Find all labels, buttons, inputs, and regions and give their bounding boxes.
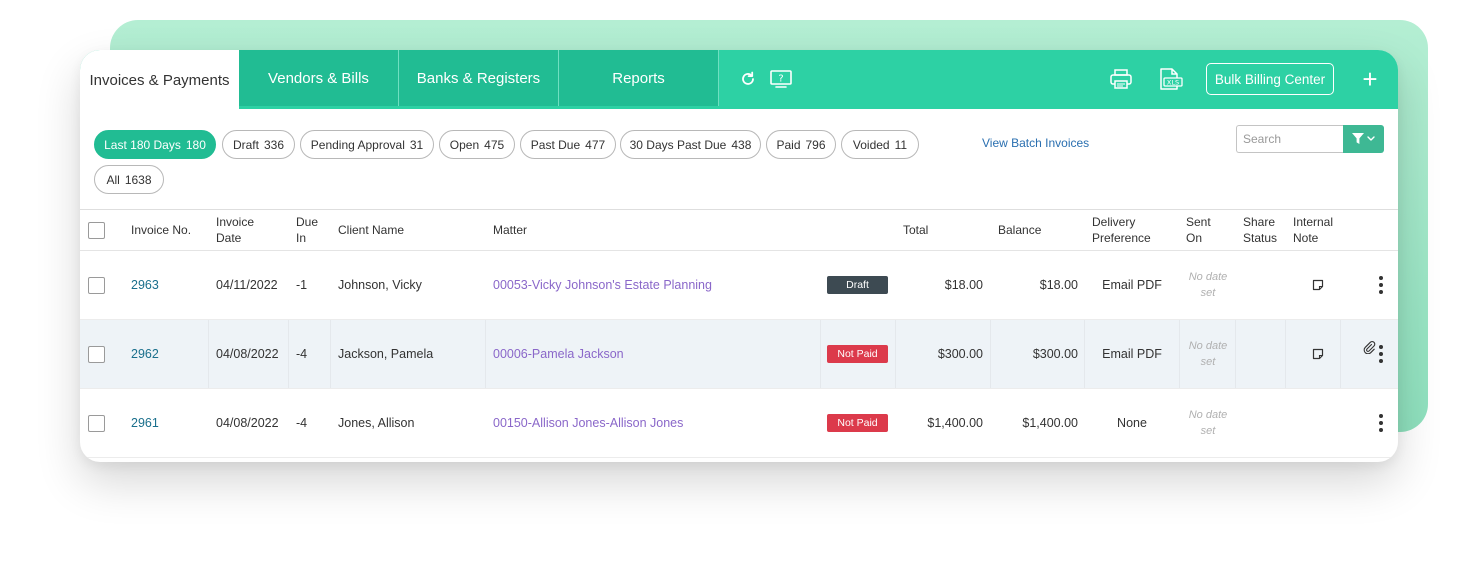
balance-amount: $18.00 [1039,278,1078,292]
plus-icon[interactable]: + [1357,64,1383,94]
due-in: -4 [296,347,308,361]
header-due-in[interactable]: Due In [296,210,322,250]
invoice-number-link[interactable]: 2962 [131,347,159,361]
paperclip-icon[interactable] [1362,320,1376,388]
client-name: Jackson, Pamela [338,347,434,361]
due-in: -4 [296,416,308,430]
client-name: Jones, Allison [338,416,415,430]
sent-on: No date set [1188,340,1228,368]
header-invoice-date[interactable]: Invoice Date [216,210,276,250]
svg-text:?: ? [778,74,783,85]
print-icon[interactable] [1108,68,1134,90]
header-sent-on[interactable]: Sent On [1186,210,1218,250]
total-amount: $300.00 [937,347,983,361]
invoice-date: 04/08/2022 [216,416,279,430]
help-screen-icon[interactable]: ? [769,68,793,90]
delivery-preference: Email PDF [1102,347,1162,361]
tab-banks-registers[interactable]: Banks & Registers [399,50,559,106]
balance-amount: $300.00 [1032,347,1078,361]
matter-link[interactable]: 00150-Allison Jones-Allison Jones [493,416,683,430]
row-actions-menu[interactable] [1379,251,1383,319]
client-name: Johnson, Vicky [338,278,422,292]
sent-on: No date set [1188,409,1228,437]
note-icon[interactable] [1312,251,1324,319]
status-badge: Not Paid [827,414,888,432]
filter-pending-approval[interactable]: Pending Approval 31 [300,130,434,159]
row-actions-menu[interactable] [1379,389,1383,457]
invoice-number-link[interactable]: 2963 [131,278,159,292]
header-total[interactable]: Total [903,210,928,250]
funnel-icon [1351,133,1375,144]
balance-amount: $1,400.00 [1022,416,1078,430]
filter-past-due[interactable]: Past Due 477 [520,130,616,159]
delivery-preference: None [1117,416,1147,430]
filter-paid[interactable]: Paid 796 [766,130,836,159]
table-row[interactable]: 2961 04/08/2022 -4 Jones, Allison 00150-… [80,389,1398,458]
kebab-icon [1379,345,1383,363]
search-input[interactable] [1236,125,1344,153]
sent-on: No date set [1188,271,1228,299]
matter-link[interactable]: 00053-Vicky Johnson's Estate Planning [493,278,712,292]
tab-invoices-payments[interactable]: Invoices & Payments [80,50,239,109]
tab-vendors-bills[interactable]: Vendors & Bills [239,50,399,106]
bulk-billing-center-button[interactable]: Bulk Billing Center [1206,63,1334,95]
table-row[interactable]: 2963 04/11/2022 -1 Johnson, Vicky 00053-… [80,251,1398,320]
filter-all[interactable]: All 1638 [94,165,164,194]
delivery-preference: Email PDF [1102,278,1162,292]
filter-open[interactable]: Open 475 [439,130,515,159]
total-amount: $1,400.00 [927,416,983,430]
filter-draft[interactable]: Draft 336 [222,130,295,159]
header-invoice-no[interactable]: Invoice No. [131,210,191,250]
header-delivery-preference[interactable]: Delivery Preference [1092,210,1162,250]
invoice-number-link[interactable]: 2961 [131,416,159,430]
filter-dropdown-button[interactable] [1343,125,1384,153]
tab-reports[interactable]: Reports [559,50,719,106]
invoice-date: 04/08/2022 [216,347,279,361]
filter-30-days-past-due[interactable]: 30 Days Past Due 438 [620,130,761,159]
kebab-icon [1379,414,1383,432]
table-row[interactable]: 2962 04/08/2022 -4 Jackson, Pamela 00006… [80,320,1398,389]
note-icon[interactable] [1312,320,1324,388]
header-internal-note: Internal Note [1293,215,1334,245]
status-badge: Draft [827,276,888,294]
header-balance[interactable]: Balance [998,210,1041,250]
svg-text:XLS: XLS [1167,79,1179,87]
row-checkbox[interactable] [88,345,105,363]
header-client-name[interactable]: Client Name [338,210,404,250]
select-all-checkbox[interactable] [88,221,105,239]
row-checkbox[interactable] [88,414,105,432]
invoice-date: 04/11/2022 [216,278,278,292]
table-header: Invoice No. Invoice Date Due In Client N… [80,209,1398,251]
row-actions-menu[interactable] [1379,320,1383,388]
billing-panel: Invoices & Payments Vendors & Bills Bank… [80,50,1398,462]
xls-export-icon[interactable]: XLS [1156,68,1184,90]
status-badge: Not Paid [827,345,888,363]
top-nav: Invoices & Payments Vendors & Bills Bank… [80,50,1398,109]
header-matter[interactable]: Matter [493,210,527,250]
matter-link[interactable]: 00006-Pamela Jackson [493,347,624,361]
header-share-status: Share Status [1243,215,1278,245]
total-amount: $18.00 [944,278,983,292]
filter-last-180-days[interactable]: Last 180 Days 180 [94,130,216,159]
refresh-icon[interactable] [736,68,760,90]
view-batch-invoices-link[interactable]: View Batch Invoices [982,136,1089,150]
due-in: -1 [296,278,308,292]
filter-voided[interactable]: Voided 11 [841,130,919,159]
kebab-icon [1379,276,1383,294]
row-checkbox[interactable] [88,276,105,294]
